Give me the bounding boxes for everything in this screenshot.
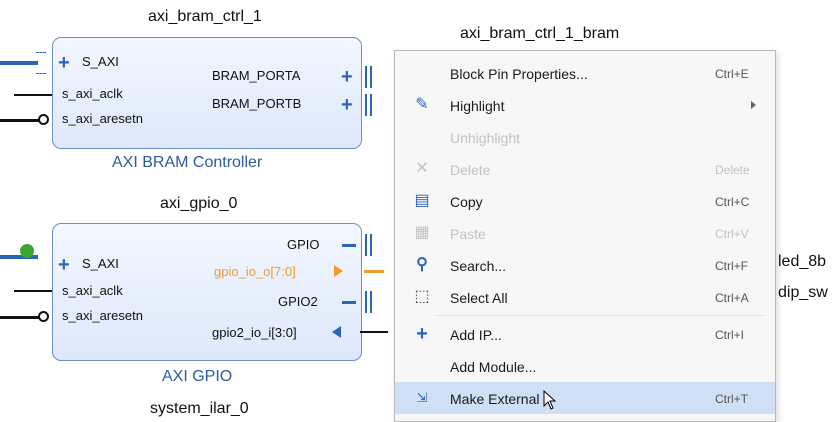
s-axi-bus-wire [0, 61, 38, 65]
menu-item-select-all[interactable]: ⬚ Select All Ctrl+A [395, 281, 775, 313]
submenu-arrow-icon [751, 101, 756, 109]
block-title-gpio: axi_gpio_0 [160, 195, 238, 212]
menu-item-add-ip[interactable]: + Add IP... Ctrl+I [395, 318, 775, 350]
menu-item-shortcut: Ctrl+C [715, 195, 750, 209]
port-bram-portb[interactable]: BRAM_PORTB [212, 96, 301, 111]
s-axi-bus-wire [0, 255, 38, 259]
partial-block-title: system_ilar_0 [150, 400, 249, 417]
port-s-axi-aresetn[interactable]: s_axi_aresetn [62, 308, 143, 323]
menu-item-label: Add Module... [450, 359, 537, 375]
menu-item-delete[interactable]: ✕ Delete Delete [395, 153, 775, 185]
port-s-axi[interactable]: S_AXI [82, 54, 119, 69]
copy-icon: ▤ [414, 192, 430, 209]
expand-plus-icon[interactable]: + [341, 67, 353, 87]
output-arrow-icon [334, 265, 343, 277]
menu-item-label: Block Pin Properties... [450, 66, 588, 82]
gpio2-in-wire [360, 331, 388, 333]
collapse-minus-icon[interactable] [342, 244, 356, 247]
menu-item-label: Copy [450, 194, 483, 210]
gpio-out-wire [364, 270, 384, 273]
menu-item-copy[interactable]: ▤ Copy Ctrl+C [395, 185, 775, 217]
menu-item-block-pin-properties[interactable]: Block Pin Properties... Ctrl+E [395, 57, 775, 89]
bug-icon [20, 244, 34, 258]
context-menu: Block Pin Properties... Ctrl+E ✎ Highlig… [394, 50, 776, 422]
plus-icon: + [416, 323, 428, 345]
menu-item-shortcut: Ctrl+T [715, 392, 748, 406]
menu-item-shortcut: Ctrl+V [715, 227, 749, 241]
input-arrow-icon [332, 326, 341, 338]
menu-item-make-external[interactable]: ⇲ Make External Ctrl+T [395, 382, 775, 414]
bus-connector [36, 52, 46, 74]
external-port-label[interactable]: dip_sw [778, 284, 828, 302]
collapse-minus-icon[interactable] [342, 301, 356, 304]
menu-item-label: Highlight [450, 98, 505, 114]
aresetn-wire [0, 119, 42, 122]
gpio-bus-icon [364, 234, 376, 256]
block-subtitle-bram: AXI BRAM Controller [112, 154, 263, 171]
menu-item-shortcut: Ctrl+I [715, 328, 745, 342]
menu-item-paste[interactable]: ▦ Paste Ctrl+V [395, 217, 775, 249]
menu-item-shortcut: Delete [715, 163, 750, 177]
menu-item-label: Select All [450, 290, 508, 306]
menu-item-highlight[interactable]: ✎ Highlight [395, 89, 775, 121]
menu-item-shortcut: Ctrl+E [715, 67, 749, 81]
menu-item-label: Delete [450, 162, 491, 178]
paste-icon: ▦ [414, 224, 430, 241]
menu-item-label: Add IP... [450, 327, 502, 343]
bram-porta-bus-icon [364, 66, 376, 88]
port-s-axi-aclk[interactable]: s_axi_aclk [62, 86, 123, 101]
menu-item-label: Paste [450, 226, 486, 242]
gpio2-bus-icon [364, 291, 376, 313]
port-gpio2[interactable]: GPIO2 [278, 294, 318, 309]
bram-block-label: axi_bram_ctrl_1_bram [460, 25, 620, 42]
menu-item-label: Search... [450, 258, 507, 274]
menu-item-unhighlight[interactable]: Unhighlight [395, 121, 775, 153]
delete-icon: ✕ [415, 160, 429, 177]
menu-item-search[interactable]: ⚲ Search... Ctrl+F [395, 249, 775, 281]
mouse-cursor-icon [543, 390, 557, 410]
menu-separator [435, 315, 765, 316]
menu-item-label: Make External [450, 391, 540, 407]
port-s-axi[interactable]: S_AXI [82, 256, 119, 271]
port-gpio2-io-i[interactable]: gpio2_io_i[3:0] [212, 325, 297, 340]
menu-item-shortcut: Ctrl+A [715, 291, 749, 305]
expand-plus-icon[interactable]: + [341, 95, 353, 115]
expand-plus-icon[interactable]: + [58, 53, 70, 73]
make-external-icon: ⇲ [416, 390, 428, 405]
menu-item-label: Unhighlight [450, 130, 521, 146]
expand-plus-icon[interactable]: + [58, 255, 70, 275]
bram-portb-bus-icon [364, 94, 376, 116]
search-icon: ⚲ [416, 256, 428, 273]
active-low-circle-icon [38, 114, 49, 125]
external-port-label[interactable]: led_8b [778, 253, 826, 271]
menu-item-shortcut: Ctrl+F [715, 259, 748, 273]
block-title-bram-ctrl: axi_bram_ctrl_1 [148, 8, 262, 25]
aresetn-wire [0, 316, 42, 319]
aclk-wire [14, 94, 52, 96]
port-gpio-io-o[interactable]: gpio_io_o[7:0] [214, 264, 296, 279]
port-s-axi-aresetn[interactable]: s_axi_aresetn [62, 111, 143, 126]
active-low-circle-icon [38, 311, 49, 322]
block-subtitle-gpio: AXI GPIO [162, 368, 233, 385]
highlight-icon: ✎ [415, 96, 429, 113]
aclk-wire [14, 290, 52, 292]
port-gpio[interactable]: GPIO [287, 237, 320, 252]
port-s-axi-aclk[interactable]: s_axi_aclk [62, 283, 123, 298]
port-bram-porta[interactable]: BRAM_PORTA [212, 68, 300, 83]
select-all-icon: ⬚ [414, 288, 430, 305]
menu-item-add-module[interactable]: Add Module... [395, 350, 775, 382]
